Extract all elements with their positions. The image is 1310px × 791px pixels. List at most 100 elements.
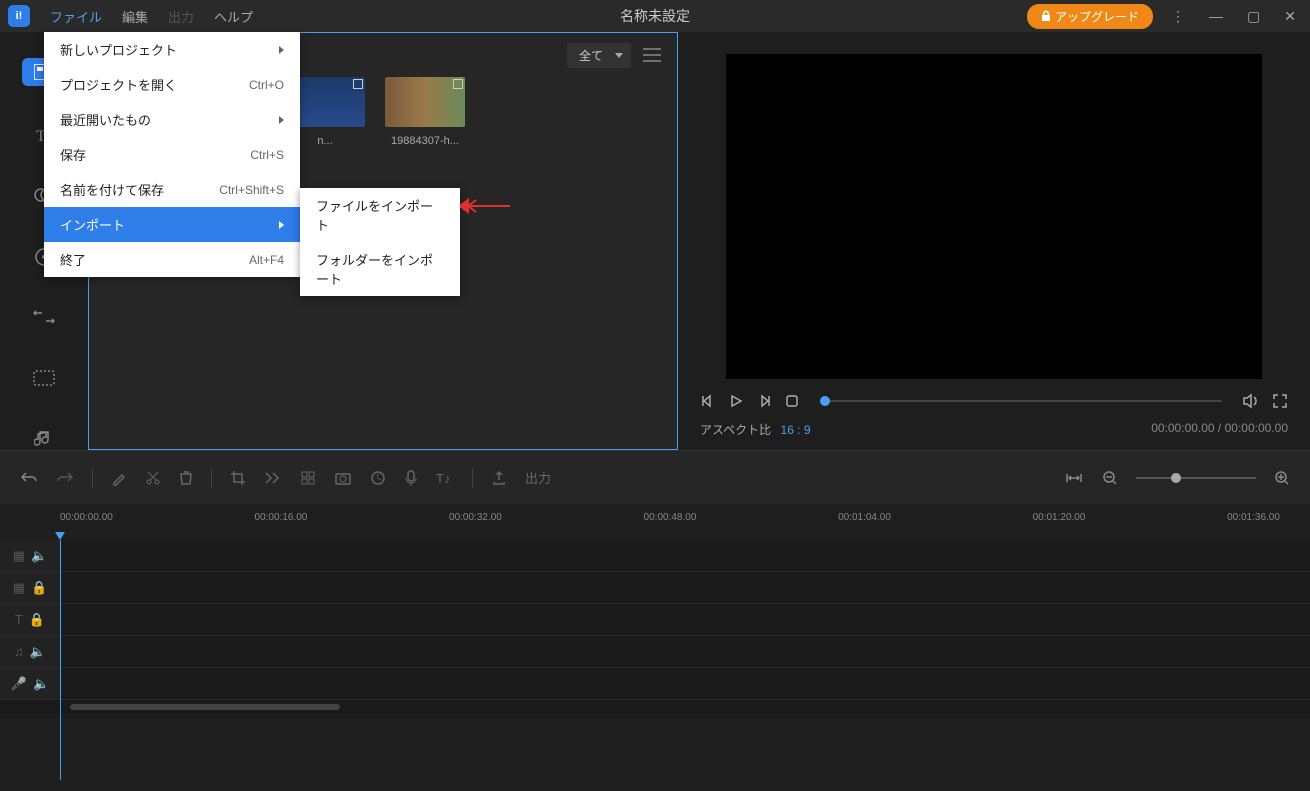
file-menu-dropdown: 新しいプロジェクト プロジェクトを開く Ctrl+O 最近開いたもの 保存 Ct…: [44, 32, 300, 277]
lock-icon[interactable]: 🔒: [29, 612, 45, 628]
prev-frame-button[interactable]: [700, 393, 716, 409]
ruler-tick: 00:01:20.00: [1033, 512, 1086, 523]
media-filter-dropdown[interactable]: 全て: [567, 43, 631, 68]
import-submenu: ファイルをインポート フォルダーをインポート: [300, 188, 460, 296]
video-track-icon: ▦: [13, 548, 25, 564]
cut-icon[interactable]: [145, 470, 161, 486]
preview-viewport[interactable]: [726, 54, 1262, 379]
lock-icon: [1041, 10, 1051, 22]
edit-icon[interactable]: [111, 470, 127, 486]
sidebar-elements[interactable]: [28, 367, 60, 390]
track-row-voice[interactable]: 🎤🔈: [0, 668, 1310, 700]
upgrade-button[interactable]: アップグレード: [1027, 4, 1153, 29]
menu-help[interactable]: ヘルプ: [204, 1, 263, 32]
menu-shortcut: Ctrl+Shift+S: [219, 183, 284, 197]
ruler-tick: 00:00:32.00: [449, 512, 502, 523]
maximize-button[interactable]: ▢: [1241, 4, 1266, 29]
mosaic-icon[interactable]: [300, 470, 316, 486]
ruler-tick: 00:01:04.00: [838, 512, 891, 523]
speed-icon[interactable]: [264, 471, 282, 485]
preview-scrubber[interactable]: [820, 400, 1222, 402]
next-frame-button[interactable]: [756, 393, 772, 409]
window-controls: アップグレード ⋮ — ▢ ✕: [1027, 4, 1302, 29]
menu-label: インポート: [60, 215, 125, 234]
media-item[interactable]: 19884307-h...: [385, 77, 465, 147]
view-toggle-icon[interactable]: [643, 48, 661, 62]
snapshot-icon[interactable]: [334, 471, 352, 485]
menu-import-folder[interactable]: フォルダーをインポート: [300, 242, 460, 296]
track-row-text[interactable]: T🔒: [0, 604, 1310, 636]
video-badge-icon: [453, 79, 463, 89]
zoom-out-icon[interactable]: [1102, 470, 1118, 486]
menu-label: 保存: [60, 145, 86, 164]
ruler-tick: 00:00:16.00: [255, 512, 308, 523]
filter-label: 全て: [579, 47, 603, 64]
mic-track-icon: 🎤: [11, 676, 27, 692]
audio-track-icon: ♫: [14, 644, 24, 659]
scrollbar-thumb[interactable]: [70, 704, 340, 710]
minimize-button[interactable]: —: [1203, 4, 1229, 28]
menu-save-as[interactable]: 名前を付けて保存 Ctrl+Shift+S: [44, 172, 300, 207]
menu-label: ファイルをインポート: [316, 196, 444, 234]
zoom-slider[interactable]: [1136, 477, 1256, 479]
menu-shortcut: Ctrl+O: [249, 78, 284, 92]
sidebar-audio[interactable]: [28, 427, 60, 450]
text-track-icon: T: [15, 612, 23, 627]
mute-icon[interactable]: 🔈: [30, 644, 46, 660]
menu-import-file[interactable]: ファイルをインポート: [300, 188, 460, 242]
menu-import[interactable]: インポート: [44, 207, 300, 242]
zoom-in-icon[interactable]: [1274, 470, 1290, 486]
menu-new-project[interactable]: 新しいプロジェクト: [44, 32, 300, 67]
track-row-video[interactable]: ▦🔈: [0, 540, 1310, 572]
lock-icon[interactable]: 🔒: [31, 580, 47, 596]
more-options-icon[interactable]: ⋮: [1165, 4, 1191, 29]
track-row-video2[interactable]: ▦🔒: [0, 572, 1310, 604]
stop-button[interactable]: [784, 393, 800, 409]
export-icon[interactable]: [491, 470, 507, 486]
track-row-audio[interactable]: ♫🔈: [0, 636, 1310, 668]
svg-text:T♪: T♪: [436, 471, 450, 486]
mute-icon[interactable]: 🔈: [31, 548, 47, 564]
ruler-tick: 00:01:36.00: [1227, 512, 1280, 523]
menu-label: プロジェクトを開く: [60, 75, 177, 94]
ruler-tick: 00:00:48.00: [644, 512, 697, 523]
close-button[interactable]: ✕: [1278, 4, 1302, 29]
delete-icon[interactable]: [179, 470, 193, 486]
media-item-label: 19884307-h...: [385, 135, 465, 147]
menu-file[interactable]: ファイル: [40, 1, 112, 32]
menu-label: フォルダーをインポート: [316, 250, 444, 288]
annotation-arrow-icon: [460, 198, 510, 214]
crop-icon[interactable]: [230, 470, 246, 486]
sidebar-transitions[interactable]: [28, 306, 60, 329]
fit-timeline-icon[interactable]: [1064, 472, 1084, 484]
menu-recent[interactable]: 最近開いたもの: [44, 102, 300, 137]
export-label[interactable]: 出力: [525, 468, 551, 487]
timeline-tracks: ▦🔈 ▦🔒 T🔒 ♫🔈 🎤🔈: [0, 540, 1310, 700]
volume-button[interactable]: [1242, 393, 1260, 409]
ruler-marks: 00:00:00.00 00:00:16.00 00:00:32.00 00:0…: [60, 504, 1280, 523]
undo-button[interactable]: [20, 470, 38, 486]
freeze-icon[interactable]: [370, 470, 386, 486]
preview-panel: アスペクト比 16 : 9 00:00:00.00 / 00:00:00.00: [678, 32, 1310, 450]
menu-output[interactable]: 出力: [158, 1, 204, 32]
voiceover-icon[interactable]: [404, 469, 418, 487]
menu-shortcut: Alt+F4: [249, 253, 284, 267]
menu-open-project[interactable]: プロジェクトを開く Ctrl+O: [44, 67, 300, 102]
upgrade-label: アップグレード: [1055, 8, 1139, 25]
timeline-scrollbar[interactable]: [0, 700, 1310, 714]
timeline-ruler[interactable]: 00:00:00.00 00:00:16.00 00:00:32.00 00:0…: [0, 504, 1310, 540]
ruler-tick: 00:00:00.00: [60, 512, 113, 523]
play-button[interactable]: [728, 393, 744, 409]
titlebar: i! ファイル 編集 出力 ヘルプ 名称未設定 アップグレード ⋮ — ▢ ✕: [0, 0, 1310, 32]
fullscreen-button[interactable]: [1272, 393, 1288, 409]
menu-edit[interactable]: 編集: [112, 1, 158, 32]
timecode: 00:00:00.00 / 00:00:00.00: [1151, 421, 1288, 438]
text-to-speech-icon[interactable]: T♪: [436, 470, 454, 486]
mute-icon[interactable]: 🔈: [33, 676, 49, 692]
menu-label: 最近開いたもの: [60, 110, 151, 129]
menu-save[interactable]: 保存 Ctrl+S: [44, 137, 300, 172]
submenu-arrow-icon: [279, 116, 284, 124]
menu-exit[interactable]: 終了 Alt+F4: [44, 242, 300, 277]
aspect-value[interactable]: 16 : 9: [781, 423, 811, 437]
redo-button[interactable]: [56, 470, 74, 486]
